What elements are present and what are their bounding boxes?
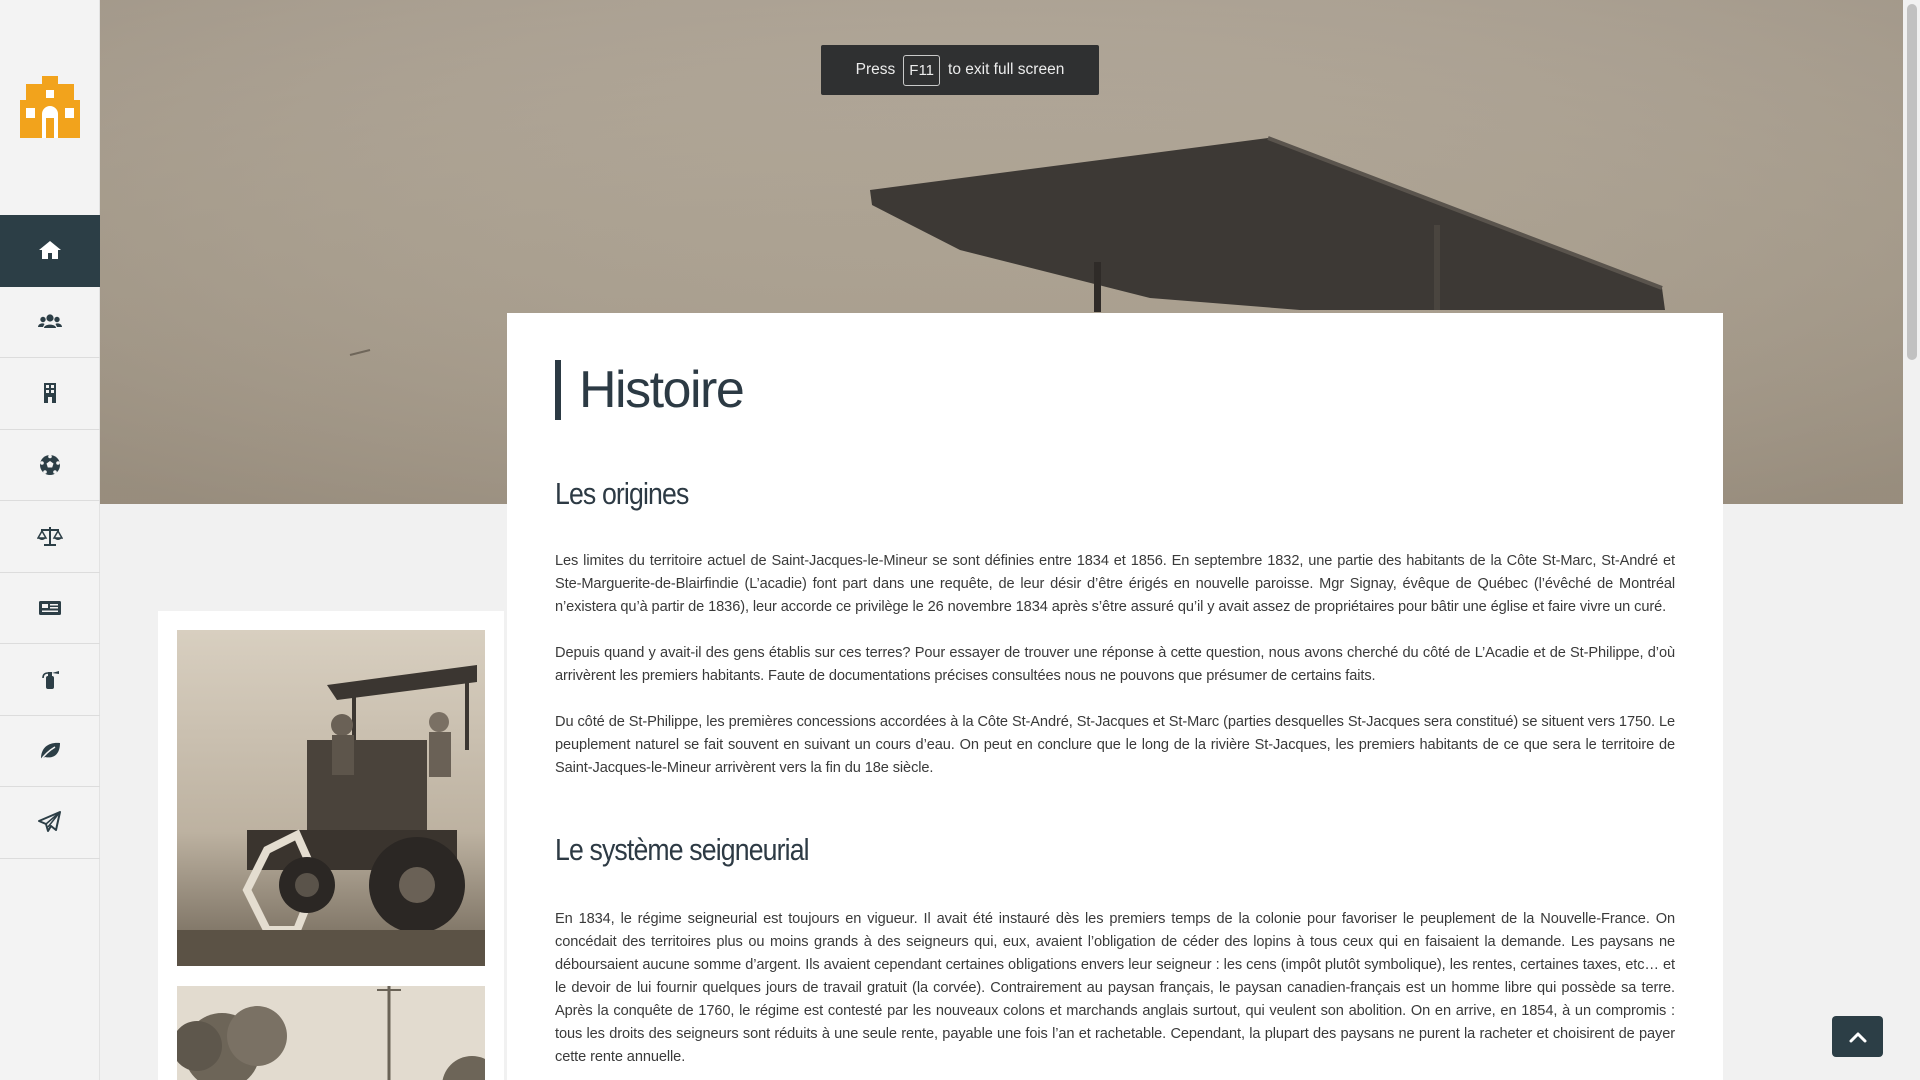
paper-plane-icon bbox=[38, 811, 61, 833]
nav-home[interactable] bbox=[0, 215, 100, 287]
back-to-top-button[interactable] bbox=[1832, 1016, 1883, 1057]
newspaper-icon bbox=[39, 600, 61, 615]
sidebar-nav bbox=[0, 215, 100, 859]
town-hall-logo[interactable] bbox=[20, 76, 80, 138]
photo-gallery bbox=[158, 611, 504, 1080]
building-icon bbox=[44, 383, 56, 404]
nav-leisure[interactable] bbox=[0, 430, 100, 501]
leaf-icon bbox=[39, 742, 60, 762]
f11-key: F11 bbox=[903, 54, 941, 86]
nav-public-safety[interactable] bbox=[0, 644, 100, 716]
soccer-ball-icon bbox=[40, 454, 60, 475]
paragraph: Depuis quand y avait-il des gens établis… bbox=[555, 645, 1675, 684]
paragraph: Les limites du territoire actuel de Sain… bbox=[555, 553, 1675, 615]
home-icon bbox=[39, 241, 61, 260]
scrollbar-thumb[interactable] bbox=[1907, 4, 1917, 360]
users-icon bbox=[38, 314, 62, 328]
nav-environment[interactable] bbox=[0, 716, 100, 787]
section-heading-seigneurial: Le système seigneurial bbox=[555, 832, 810, 867]
fullscreen-notice-text-after: to exit full screen bbox=[948, 61, 1065, 78]
sidebar bbox=[0, 0, 100, 1080]
paragraph: En 1834, le régime seigneurial est toujo… bbox=[555, 911, 1675, 1065]
nav-news[interactable] bbox=[0, 573, 100, 644]
photo-tractor[interactable] bbox=[177, 630, 485, 966]
nav-contact[interactable] bbox=[0, 787, 100, 859]
fire-extinguisher-icon bbox=[42, 671, 59, 690]
content-card: Histoire Les origines Les limites du ter… bbox=[507, 313, 1723, 1080]
balance-scale-icon bbox=[37, 527, 63, 547]
fullscreen-notice-text-before: Press bbox=[855, 61, 896, 78]
nav-regulations[interactable] bbox=[0, 501, 100, 573]
chevron-up-icon bbox=[1849, 1032, 1866, 1042]
paragraph: Du côté de St-Philippe, les premières co… bbox=[555, 714, 1675, 776]
nav-municipality[interactable] bbox=[0, 358, 100, 430]
nav-citizens[interactable] bbox=[0, 287, 100, 358]
page-title: Histoire bbox=[555, 360, 1675, 420]
photo-trees[interactable] bbox=[177, 986, 485, 1080]
fullscreen-notice: Press F11 to exit full screen bbox=[821, 45, 1099, 95]
page-scrollbar[interactable] bbox=[1903, 0, 1920, 1080]
section-heading-origines: Les origines bbox=[555, 476, 689, 511]
